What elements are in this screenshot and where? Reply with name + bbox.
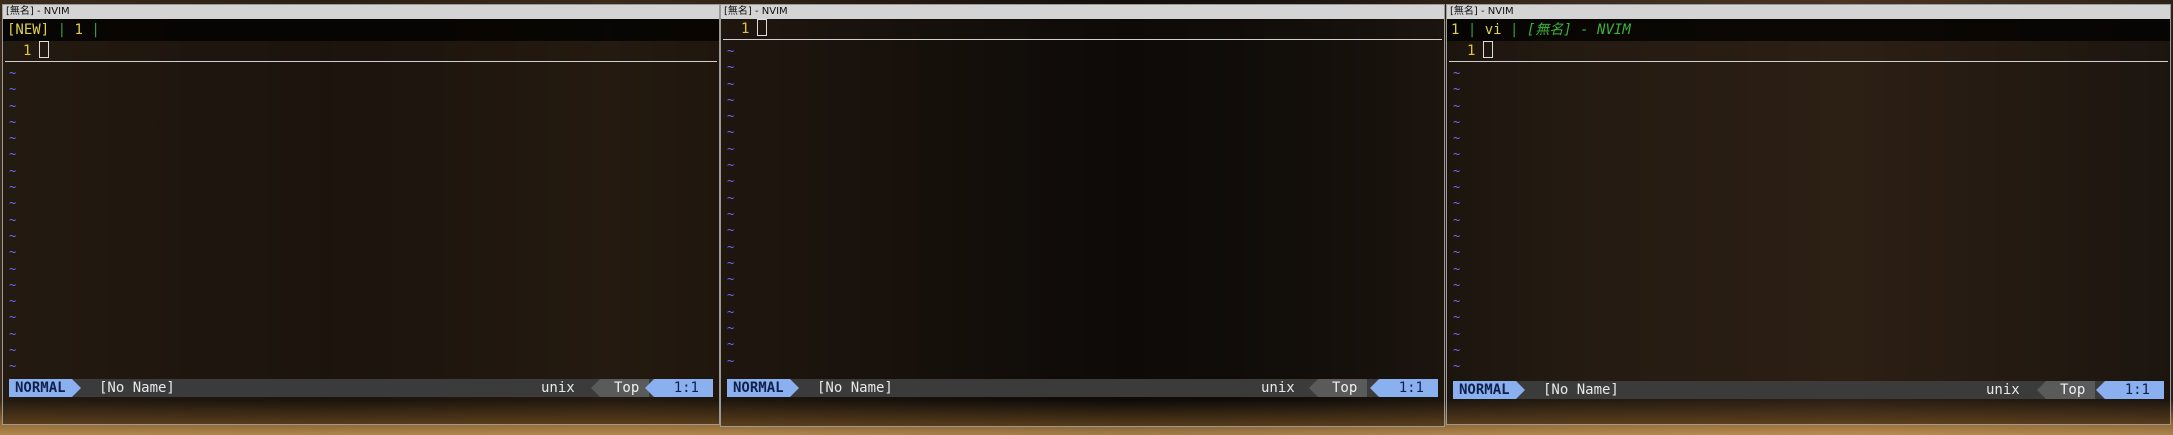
file-format: unix (1986, 382, 2020, 398)
cursor-location: 1:1 (2095, 381, 2164, 399)
empty-line-markers: ~ ~ ~ ~ ~ ~ ~ ~ ~ ~ ~ ~ ~ ~ ~ ~ ~ ~ ~ (1453, 66, 1461, 374)
file-name: [No Name] (99, 380, 175, 396)
window-title[interactable]: [無名] - NVIM (3, 5, 719, 19)
file-format: unix (1261, 380, 1295, 396)
tab-separator: | (49, 22, 75, 38)
window-title[interactable]: [無名] - NVIM (1447, 5, 2170, 19)
empty-line-markers: ~ ~ ~ ~ ~ ~ ~ ~ ~ ~ ~ ~ ~ ~ ~ ~ ~ ~ ~ ~ (727, 44, 735, 368)
statusline: NORMAL [No Name] unix Top 1:1 (1453, 381, 2164, 399)
cursor-location: 1:1 (644, 379, 713, 397)
file-name: [No Name] (817, 380, 893, 396)
tab-command[interactable]: vi (1485, 22, 1502, 38)
empty-line-markers: ~ ~ ~ ~ ~ ~ ~ ~ ~ ~ ~ ~ ~ ~ ~ ~ ~ ~ ~ (9, 66, 17, 374)
file-name: [No Name] (1543, 382, 1619, 398)
text-cursor (39, 41, 50, 58)
tab-number[interactable]: 1 (74, 22, 82, 38)
tab-title[interactable]: [無名] - NVIM (1527, 22, 1631, 38)
nvim-window-2[interactable]: [無名] - NVIM 1 ~ ~ ~ ~ ~ ~ ~ ~ ~ ~ ~ ~ ~ … (720, 4, 1445, 427)
tabline: 1 | vi | [無名] - NVIM (1447, 19, 2170, 41)
scroll-position: Top (1308, 379, 1368, 397)
scroll-position: Top (2036, 381, 2096, 399)
cursor-location: 1:1 (1369, 379, 1438, 397)
text-cursor (1483, 41, 1494, 58)
nvim-window-3[interactable]: [無名] - NVIM 1 | vi | [無名] - NVIM 1 ~ ~ ~… (1446, 4, 2171, 425)
mode-indicator: NORMAL (727, 379, 799, 397)
editor-line-1[interactable]: 1 (1449, 41, 2168, 62)
mode-indicator: NORMAL (1453, 381, 1525, 399)
scroll-position: Top (590, 379, 650, 397)
statusline: NORMAL [No Name] unix Top 1:1 (727, 379, 1438, 397)
tab-separator: | (1459, 22, 1485, 38)
tab-separator: | (1501, 22, 1527, 38)
editor-line-1[interactable]: 1 (5, 41, 717, 62)
tab-separator: | (82, 22, 100, 38)
nvim-window-1[interactable]: [無名] - NVIM [NEW] | 1 | 1 ~ ~ ~ ~ ~ ~ ~ … (2, 4, 720, 425)
line-number: 1 (741, 21, 750, 37)
tabline: [NEW] | 1 | (3, 19, 719, 41)
new-buffer-tag[interactable]: [NEW] (7, 22, 49, 38)
line-number: 1 (1467, 43, 1476, 59)
mode-indicator: NORMAL (9, 379, 81, 397)
statusline: NORMAL [No Name] unix Top 1:1 (9, 379, 713, 397)
line-number: 1 (23, 43, 32, 59)
text-cursor (757, 19, 768, 36)
window-title[interactable]: [無名] - NVIM (721, 5, 1444, 19)
file-format: unix (541, 380, 575, 396)
editor-line-1[interactable]: 1 (723, 19, 1442, 40)
